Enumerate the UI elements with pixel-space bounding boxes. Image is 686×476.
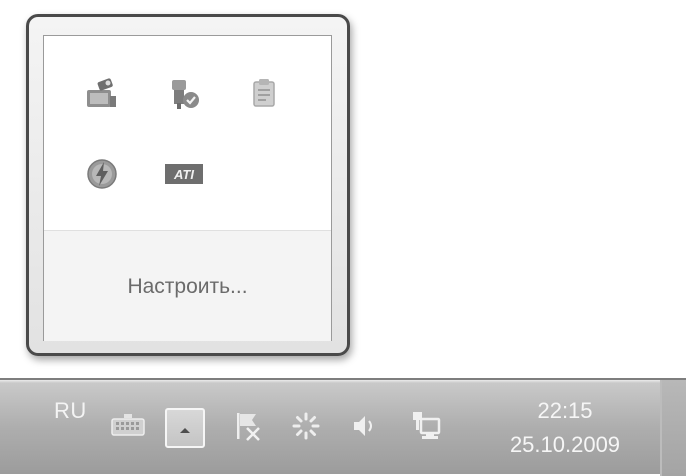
security-shield-icon[interactable] [164,74,204,114]
customize-area: Настроить... [44,230,331,341]
clock-date: 25.10.2009 [509,432,621,457]
hidden-icons-area: ATI [44,36,331,230]
ati-logo-text: ATI [173,167,194,182]
keyboard-icon[interactable] [108,410,148,442]
network-icon[interactable] [406,406,446,446]
taskbar: RU 22:15 25.10.2009 [0,378,686,476]
action-center-flag-icon[interactable] [230,408,266,444]
popup-content: ATI Настроить... [43,35,332,341]
show-desktop-button[interactable] [660,380,686,476]
clock-time: 22:15 [537,398,593,423]
show-hidden-icons-button[interactable] [165,408,205,448]
network-camera-icon[interactable] [82,74,122,114]
show-hidden-icons-arrow-icon [179,419,191,438]
clipboard-icon[interactable] [244,74,284,114]
customize-link[interactable]: Настроить... [44,275,331,299]
power-icon[interactable] [82,154,122,194]
notification-overflow-popup: ATI Настроить... [26,14,350,356]
taskbar-clock[interactable]: 22:15 25.10.2009 [490,394,640,462]
volume-icon[interactable] [346,408,382,444]
language-indicator[interactable]: RU [54,398,87,424]
ati-icon[interactable]: ATI [164,154,204,194]
loading-spinner-icon[interactable] [288,408,324,444]
